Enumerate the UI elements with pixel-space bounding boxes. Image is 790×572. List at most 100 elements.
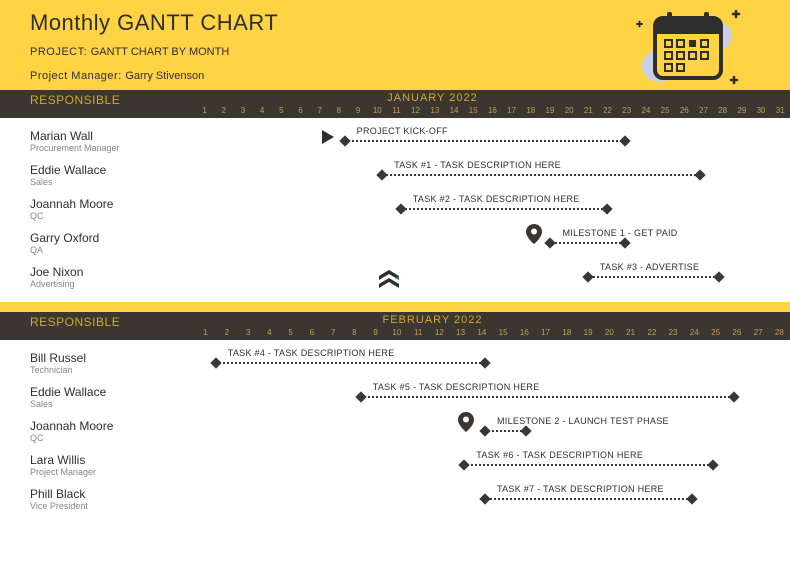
day-header: 11 xyxy=(408,328,429,337)
day-header: 16 xyxy=(514,328,535,337)
day-header: 23 xyxy=(663,328,684,337)
task-bar xyxy=(361,396,734,400)
day-header: 21 xyxy=(620,328,641,337)
month-label: JANUARY 2022 xyxy=(135,92,730,106)
day-header: 21 xyxy=(579,106,598,115)
task-label: PROJECT KICK-OFF xyxy=(357,126,448,136)
gantt-row: Joannah Moore QC TASK #2 - TASK DESCRIPT… xyxy=(0,192,790,226)
day-header: 15 xyxy=(493,328,514,337)
day-header: 24 xyxy=(636,106,655,115)
gantt-track: TASK #1 - TASK DESCRIPTION HERE xyxy=(195,158,790,192)
task-label: TASK #5 - TASK DESCRIPTION HERE xyxy=(373,382,540,392)
day-header: 31 xyxy=(771,106,790,115)
day-header: 13 xyxy=(425,106,444,115)
month-label: FEBRUARY 2022 xyxy=(135,314,730,328)
day-header: 28 xyxy=(713,106,732,115)
gantt-track: TASK #7 - TASK DESCRIPTION HERE xyxy=(195,482,790,516)
person-name: Joe Nixon xyxy=(30,265,195,279)
person-role: QC xyxy=(30,433,195,443)
day-header: 8 xyxy=(329,106,348,115)
day-header: 25 xyxy=(705,328,726,337)
day-header: 27 xyxy=(694,106,713,115)
day-header: 15 xyxy=(464,106,483,115)
task-bar xyxy=(588,276,719,280)
person-name: Marian Wall xyxy=(30,129,195,143)
gantt-row: Bill Russel Technician TASK #4 - TASK DE… xyxy=(0,346,790,380)
day-header: 23 xyxy=(617,106,636,115)
day-header: 29 xyxy=(732,106,751,115)
day-header: 20 xyxy=(560,106,579,115)
day-header: 26 xyxy=(675,106,694,115)
day-header: 25 xyxy=(656,106,675,115)
day-header: 6 xyxy=(301,328,322,337)
day-header: 3 xyxy=(238,328,259,337)
day-header: 1 xyxy=(195,328,216,337)
task-bar xyxy=(382,174,700,178)
person-role: Sales xyxy=(30,399,195,409)
milestone-pin-icon xyxy=(526,224,542,249)
task-label: TASK #1 - TASK DESCRIPTION HERE xyxy=(394,160,561,170)
project-label: PROJECT: xyxy=(30,46,91,58)
task-bar xyxy=(216,362,485,366)
day-header: 17 xyxy=(502,106,521,115)
gantt-row: Marian Wall Procurement Manager PROJECT … xyxy=(0,124,790,158)
day-header: 28 xyxy=(769,328,790,337)
task-label: MILESTONE 2 - LAUNCH TEST PHASE xyxy=(497,416,669,426)
day-header: 1 xyxy=(195,106,214,115)
gantt-rows: Bill Russel Technician TASK #4 - TASK DE… xyxy=(0,340,790,524)
task-label: MILESTONE 1 - GET PAID xyxy=(562,228,677,238)
gantt-row: Phill Black Vice President TASK #7 - TAS… xyxy=(0,482,790,516)
milestone-pin-icon xyxy=(458,412,474,437)
person-role: Technician xyxy=(30,365,195,375)
person-name: Eddie Wallace xyxy=(30,163,195,177)
day-header: 22 xyxy=(641,328,662,337)
task-label: TASK #4 - TASK DESCRIPTION HERE xyxy=(228,348,395,358)
person-role: Vice President xyxy=(30,501,195,511)
day-header: 18 xyxy=(556,328,577,337)
day-header: 17 xyxy=(535,328,556,337)
person-role: QA xyxy=(30,245,195,255)
day-header: 3 xyxy=(233,106,252,115)
day-header: 5 xyxy=(280,328,301,337)
day-header: 9 xyxy=(349,106,368,115)
task-bar xyxy=(401,208,607,212)
day-header: 4 xyxy=(253,106,272,115)
day-header: 27 xyxy=(748,328,769,337)
day-header: 14 xyxy=(471,328,492,337)
person-role: Advertising xyxy=(30,279,195,289)
project-name: GANTT CHART BY MONTH xyxy=(91,46,230,58)
kickoff-marker-icon xyxy=(320,128,336,146)
day-header: 7 xyxy=(310,106,329,115)
calendar-icon xyxy=(625,6,745,97)
person-name: Joannah Moore xyxy=(30,419,195,433)
day-header: 9 xyxy=(365,328,386,337)
task-bar xyxy=(464,464,713,468)
person-name: Eddie Wallace xyxy=(30,385,195,399)
person-role: QC xyxy=(30,211,195,221)
day-header: 5 xyxy=(272,106,291,115)
person-role: Project Manager xyxy=(30,467,195,477)
task-label: TASK #2 - TASK DESCRIPTION HERE xyxy=(413,194,580,204)
person-name: Joannah Moore xyxy=(30,197,195,211)
gantt-row: Eddie Wallace Sales TASK #5 - TASK DESCR… xyxy=(0,380,790,414)
day-header: 30 xyxy=(751,106,770,115)
header-banner: Monthly GANTT CHART PROJECT: GANTT CHART… xyxy=(0,0,790,90)
gantt-track: TASK #6 - TASK DESCRIPTION HERE xyxy=(195,448,790,482)
day-header: 24 xyxy=(684,328,705,337)
day-header: 18 xyxy=(521,106,540,115)
task-label: TASK #7 - TASK DESCRIPTION HERE xyxy=(497,484,664,494)
day-header: 12 xyxy=(429,328,450,337)
day-header: 10 xyxy=(386,328,407,337)
day-header: 16 xyxy=(483,106,502,115)
day-header: 22 xyxy=(598,106,617,115)
day-header: 10 xyxy=(368,106,387,115)
gantt-row: Lara Willis Project Manager TASK #6 - TA… xyxy=(0,448,790,482)
pm-name: Garry Stivenson xyxy=(125,70,204,82)
day-header: 19 xyxy=(540,106,559,115)
day-header: 4 xyxy=(259,328,280,337)
person-name: Phill Black xyxy=(30,487,195,501)
task-label: TASK #3 - ADVERTISE xyxy=(600,262,699,272)
pm-label: Project Manager: xyxy=(30,70,125,82)
gantt-track: TASK #2 - TASK DESCRIPTION HERE xyxy=(195,192,790,226)
gantt-row: Eddie Wallace Sales TASK #1 - TASK DESCR… xyxy=(0,158,790,192)
